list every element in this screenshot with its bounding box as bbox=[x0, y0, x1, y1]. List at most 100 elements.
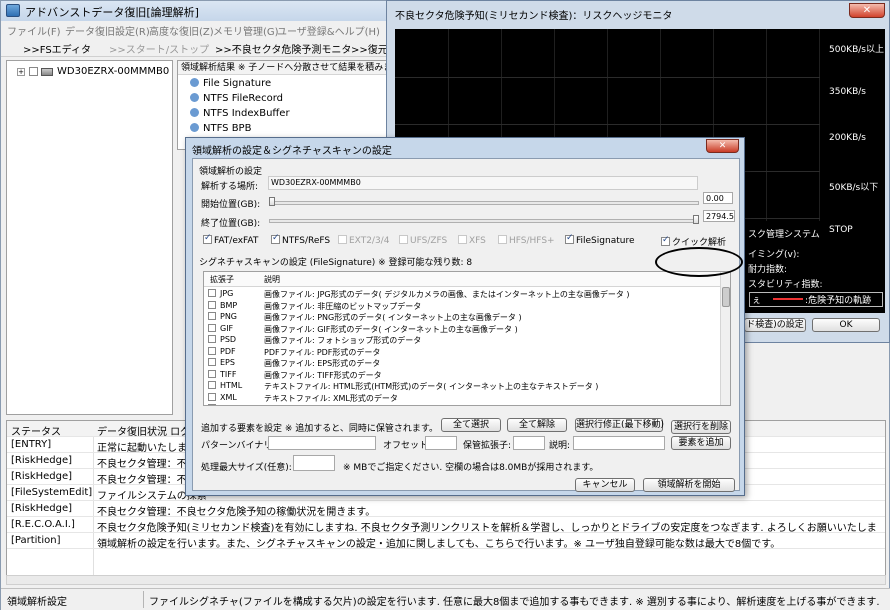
menu-advanced-recovery[interactable]: 高度な復旧(Z) bbox=[149, 23, 214, 38]
offset-input[interactable] bbox=[425, 436, 457, 450]
log-status: [RiskHedge] bbox=[11, 455, 73, 466]
fat-exfat-checkbox[interactable]: FAT/exFAT bbox=[203, 233, 258, 246]
results-header: 領域解析結果 ※ 子ノードへ分散させて結果を積みます bbox=[178, 61, 391, 75]
max-size-label: 処理最大サイズ(任意): bbox=[201, 463, 292, 473]
signature-checkbox[interactable] bbox=[208, 392, 216, 401]
xfs-checkbox[interactable]: XFS bbox=[458, 235, 486, 246]
signature-list-scrollbar[interactable] bbox=[720, 272, 730, 405]
location-label: 解析する場所: bbox=[201, 182, 259, 192]
log-row[interactable]: [R.E.C.O.A.I.] 不良セクタ危険予知(ミリセカンド検査)を有効にします… bbox=[7, 517, 885, 534]
signature-ext: BMP bbox=[208, 300, 237, 310]
signature-checkbox[interactable] bbox=[208, 369, 216, 378]
hfs-checkbox[interactable]: HFS/HFS+ bbox=[498, 235, 555, 246]
signature-row[interactable]: PNG 画像ファイル: PNG形式のデータ( インターネット上の主な画像データ ) bbox=[204, 312, 720, 323]
fs-editor-button[interactable]: >>FSエディタ bbox=[23, 41, 91, 56]
monitor-title: 不良セクタ危険予知(ミリセカンド検査)：リスクヘッジモニタ bbox=[395, 11, 673, 22]
quick-analysis-checkbox[interactable]: クイック解析 bbox=[661, 235, 726, 248]
highlight-ellipse bbox=[655, 247, 743, 277]
signature-checkbox[interactable] bbox=[208, 381, 216, 389]
log-horizontal-scrollbar[interactable] bbox=[6, 575, 886, 585]
log-row[interactable]: [RiskHedge] 不良セクタ管理：不良セクタ危険予知の稼働状況を開きます。 bbox=[7, 501, 885, 518]
signature-ext: PNG bbox=[208, 312, 237, 321]
dialog-close-button[interactable]: ✕ bbox=[706, 139, 739, 153]
select-all-button[interactable]: 全て選択 bbox=[441, 418, 501, 432]
scroll-thumb[interactable] bbox=[722, 287, 730, 307]
signature-checkbox[interactable] bbox=[208, 404, 216, 405]
group-label: 領域解析の設定 bbox=[199, 167, 263, 177]
modify-selected-button[interactable]: 選択行修正(最下移動) bbox=[575, 418, 664, 432]
monitor-ok-button[interactable]: OK bbox=[812, 318, 880, 332]
header-extension[interactable]: 拡張子 bbox=[210, 274, 234, 285]
log-status: [FileSystemEdit] bbox=[11, 487, 93, 498]
menu-file[interactable]: ファイル(F) bbox=[7, 23, 61, 38]
result-label: File Signature bbox=[203, 78, 272, 89]
signature-checkbox[interactable] bbox=[208, 323, 216, 332]
start-value-field[interactable]: 0.00 bbox=[703, 192, 733, 204]
log-row[interactable]: [Partition] 領域解析の設定を行います。また、シグネチャスキャンの設定・… bbox=[7, 533, 885, 550]
file-signature-checkbox[interactable]: FileSignature bbox=[565, 233, 634, 246]
start-label: 開始位置(GB): bbox=[201, 200, 261, 210]
end-slider[interactable] bbox=[693, 215, 699, 224]
ext-checkbox[interactable]: EXT2/3/4 bbox=[338, 235, 389, 246]
result-item[interactable]: NTFS IndexBuffer bbox=[190, 108, 290, 119]
signature-row[interactable]: PDF PDFファイル: PDF形式のデータ bbox=[204, 346, 720, 358]
monitor-legend: ぇ:危険予知の軌跡 bbox=[749, 292, 883, 307]
signature-row[interactable]: JPG 画像ファイル: JPG形式のデータ( デジタルカメラの画像、またはインター… bbox=[204, 289, 720, 300]
cancel-button[interactable]: キャンセル bbox=[575, 478, 635, 492]
menu-memory[interactable]: メモリ管理(G) bbox=[213, 23, 279, 38]
signature-checkbox[interactable] bbox=[208, 335, 216, 343]
status-bar: 領域解析設定 ファイルシグネチャ(ファイルを構成する欠片)の設定を行います. 任… bbox=[1, 588, 890, 610]
save-ext-input[interactable] bbox=[513, 436, 545, 450]
desc-input[interactable] bbox=[573, 436, 665, 450]
max-size-input[interactable] bbox=[293, 455, 335, 471]
result-item[interactable]: NTFS FileRecord bbox=[190, 93, 283, 104]
signature-row[interactable]: XML テキストファイル: XML形式のデータ bbox=[204, 392, 720, 404]
pattern-input[interactable] bbox=[268, 436, 376, 450]
result-item[interactable]: NTFS BPB bbox=[190, 123, 251, 134]
risk-monitor-button[interactable]: >>不良セクタ危険予測モニタ bbox=[215, 41, 351, 56]
result-label: NTFS BPB bbox=[203, 123, 252, 134]
monitor-close-button[interactable]: ✕ bbox=[849, 3, 885, 18]
ufs-zfs-checkbox[interactable]: UFS/ZFS bbox=[399, 235, 447, 246]
menu-recovery-settings[interactable]: データ復旧設定(R) bbox=[65, 23, 150, 38]
signature-description: テキストファイル: HTML形式(HTM形式)のデータ( インターネット上の主な… bbox=[264, 382, 599, 391]
signature-checkbox[interactable] bbox=[208, 346, 216, 355]
delete-selected-button[interactable]: 選択行を削除 bbox=[671, 420, 731, 434]
result-label: NTFS FileRecord bbox=[203, 93, 283, 104]
timing-label: イミング(v): bbox=[748, 250, 800, 260]
legend-label: 危険予知の軌跡 bbox=[808, 296, 872, 306]
stop-label: STOP bbox=[829, 225, 853, 235]
node-icon bbox=[190, 93, 199, 102]
drive-checkbox[interactable] bbox=[29, 67, 38, 76]
end-slider-track bbox=[269, 219, 699, 223]
signature-row[interactable]: BMP 画像ファイル: 非圧縮のビットマップデータ bbox=[204, 300, 720, 312]
signature-checkbox[interactable] bbox=[208, 358, 216, 366]
header-description[interactable]: 説明 bbox=[264, 274, 280, 285]
save-ext-label: 保管拡張子: bbox=[463, 441, 512, 451]
signature-row[interactable]: ZIP 圧縮ファイル: ZIP形式のデータ bbox=[204, 404, 720, 405]
ntfs-refs-checkbox[interactable]: NTFS/ReFS bbox=[271, 233, 330, 246]
signature-ext: HTML bbox=[208, 381, 242, 390]
start-analysis-button[interactable]: 領域解析を開始 bbox=[643, 478, 735, 492]
monitor-settings-button[interactable]: ド検査)の設定 bbox=[744, 318, 806, 332]
signature-row[interactable]: GIF 画像ファイル: GIF形式のデータ( インターネット上の主な画像データ ) bbox=[204, 323, 720, 335]
start-slider[interactable] bbox=[269, 197, 275, 206]
add-element-button[interactable]: 要素を追加 bbox=[671, 436, 731, 450]
signature-checkbox[interactable] bbox=[208, 312, 216, 320]
start-stop-button[interactable]: >>スタート/ストップ bbox=[109, 41, 209, 56]
signature-checkbox[interactable] bbox=[208, 289, 216, 297]
signature-row[interactable]: HTML テキストファイル: HTML形式(HTM形式)のデータ( インターネット… bbox=[204, 381, 720, 392]
expand-icon[interactable]: + bbox=[17, 68, 25, 76]
menu-help[interactable]: ユーザ登録&ヘルプ(H) bbox=[277, 23, 380, 38]
log-header-status[interactable]: ステータス bbox=[11, 423, 61, 438]
signature-row[interactable]: TIFF 画像ファイル: TIFF形式のデータ bbox=[204, 369, 720, 381]
end-value-field[interactable]: 2794.52 bbox=[703, 210, 735, 222]
signature-row[interactable]: PSD 画像ファイル: フォトショップ形式のデータ bbox=[204, 335, 720, 346]
signature-row[interactable]: EPS 画像ファイル: EPS形式のデータ bbox=[204, 358, 720, 369]
result-label: NTFS IndexBuffer bbox=[203, 108, 290, 119]
result-item[interactable]: File Signature bbox=[190, 78, 271, 89]
drive-name[interactable]: WD30EZRX-00MMMB0 bbox=[57, 66, 169, 77]
clear-all-button[interactable]: 全て解除 bbox=[507, 418, 567, 432]
scale-label: 200KB/s bbox=[829, 133, 866, 143]
signature-checkbox[interactable] bbox=[208, 300, 216, 309]
